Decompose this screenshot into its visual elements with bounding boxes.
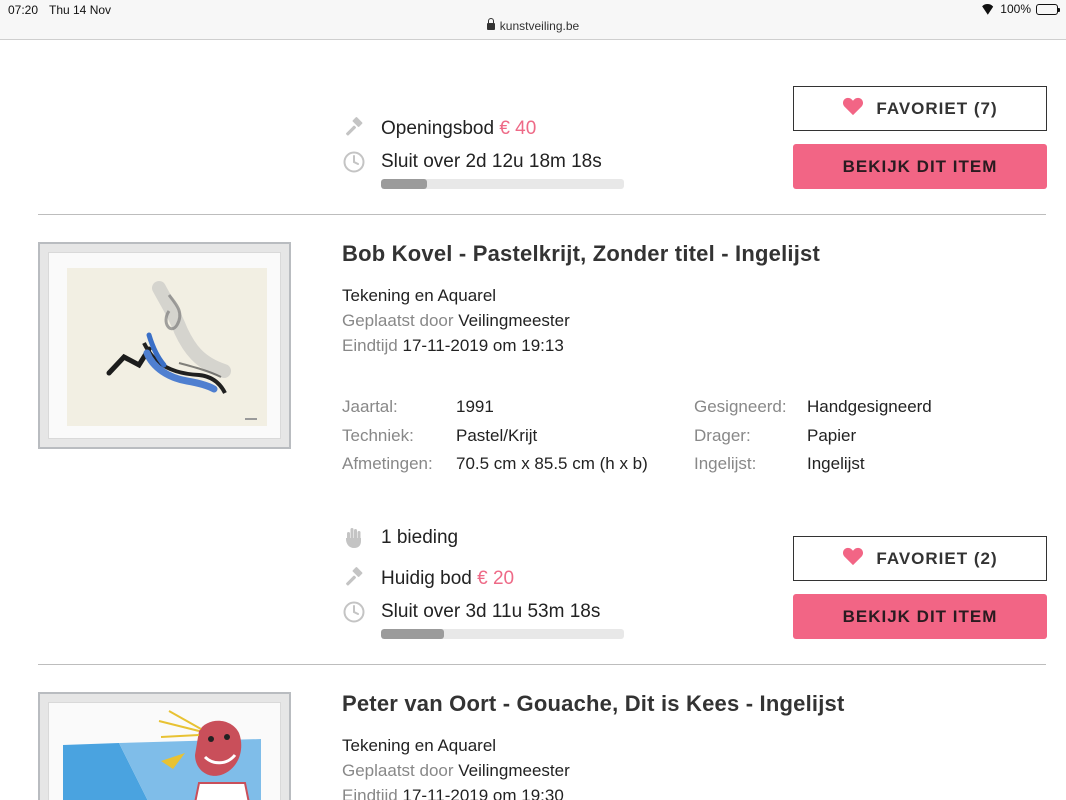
bid-label: Openingsbod [381, 118, 495, 139]
lot-title[interactable]: Bob Kovel - Pastelkrijt, Zonder titel - … [342, 241, 820, 267]
wifi-icon [980, 4, 995, 15]
spec-year-label: Jaartal: [342, 397, 398, 416]
view-item-label: BEKIJK DIT ITEM [842, 156, 998, 176]
end-label: Eindtijd [342, 786, 398, 800]
spec-framed-label: Ingelijst: [694, 454, 757, 473]
end-time: 17-11-2019 om 19:30 [402, 786, 564, 800]
clock-icon [342, 600, 366, 624]
lot-posted: Geplaatst door Veilingmeester [342, 761, 570, 781]
favorite-button[interactable]: FAVORIET (7) [793, 86, 1047, 131]
lot-title[interactable]: Peter van Oort - Gouache, Dit is Kees - … [342, 691, 844, 717]
time-progress [381, 179, 624, 189]
current-bid: Huidig bod € 20 [342, 567, 514, 591]
spec-technique-label: Techniek: [342, 426, 414, 445]
bid-label: Huidig bod [381, 568, 472, 589]
bid-value: € 40 [499, 118, 537, 139]
battery-percent: 100% [1000, 2, 1031, 16]
heart-icon [842, 96, 864, 121]
posted-label: Geplaatst door [342, 311, 454, 330]
view-item-label: BEKIJK DIT ITEM [842, 606, 998, 626]
favorite-label: FAVORIET (2) [876, 548, 998, 568]
view-item-button[interactable]: BEKIJK DIT ITEM [793, 594, 1047, 639]
end-time: 17-11-2019 om 19:13 [402, 336, 564, 355]
lock-icon [486, 18, 495, 30]
heart-icon [842, 546, 864, 571]
posted-by: Veilingmeester [458, 761, 570, 780]
lot-end-time: Eindtijd 17-11-2019 om 19:13 [342, 336, 564, 356]
address-bar[interactable]: kunstveiling.be [0, 18, 1066, 33]
spec-technique: Pastel/Krijt [456, 426, 538, 445]
closing-time: Sluit over 2d 12u 18m 18s [342, 150, 602, 174]
bid-value: € 20 [477, 568, 515, 589]
spec-carrier: Papier [807, 426, 857, 445]
closing-text: Sluit over 2d 12u 18m 18s [381, 151, 602, 172]
lot-image[interactable] [38, 242, 291, 449]
spec-year: 1991 [456, 397, 494, 416]
bid-count-text: 1 bieding [381, 527, 459, 548]
closing-time: Sluit over 3d 11u 53m 18s [342, 600, 600, 624]
favorite-label: FAVORIET (7) [876, 98, 998, 118]
time-progress-fill [381, 179, 428, 189]
gavel-icon [342, 567, 366, 591]
spec-framed: Ingelijst [807, 454, 865, 473]
divider [38, 214, 1046, 215]
artwork-drawing [67, 268, 267, 426]
spec-carrier-label: Drager: [694, 426, 751, 445]
favorite-button[interactable]: FAVORIET (2) [793, 536, 1047, 581]
bid-count: 1 bieding [342, 526, 458, 550]
status-indicators: 100% [980, 2, 1060, 16]
view-item-button[interactable]: BEKIJK DIT ITEM [793, 144, 1047, 189]
battery-icon [1036, 3, 1060, 15]
time-progress-fill [381, 629, 445, 639]
lot-category[interactable]: Tekening en Aquarel [342, 286, 496, 306]
divider [38, 664, 1046, 665]
artwork-mat [48, 702, 281, 800]
status-bar: 07:20 Thu 14 Nov kunstveiling.be 100% [0, 0, 1066, 40]
opening-bid: Openingsbod € 40 [342, 117, 536, 141]
artwork-drawing [63, 710, 261, 800]
spec-size: 70.5 cm x 85.5 cm (h x b) [456, 454, 648, 473]
spec-size-label: Afmetingen: [342, 454, 433, 473]
lot-category[interactable]: Tekening en Aquarel [342, 736, 496, 756]
clock-icon [342, 150, 366, 174]
address-url: kunstveiling.be [499, 19, 580, 33]
hand-icon [342, 526, 366, 550]
gavel-icon [342, 117, 366, 141]
status-date: Thu 14 Nov [49, 3, 112, 17]
spec-signed: Handgesigneerd [807, 397, 932, 416]
spec-signed-label: Gesigneerd: [694, 397, 787, 416]
posted-label: Geplaatst door [342, 761, 454, 780]
time-progress [381, 629, 624, 639]
closing-text: Sluit over 3d 11u 53m 18s [381, 601, 601, 622]
posted-by: Veilingmeester [458, 311, 570, 330]
lot-image[interactable] [38, 692, 291, 800]
end-label: Eindtijd [342, 336, 398, 355]
artwork-mat [48, 252, 281, 439]
lot-end-time: Eindtijd 17-11-2019 om 19:30 [342, 786, 564, 800]
status-time: 07:20 [8, 3, 39, 17]
lot-posted: Geplaatst door Veilingmeester [342, 311, 570, 331]
